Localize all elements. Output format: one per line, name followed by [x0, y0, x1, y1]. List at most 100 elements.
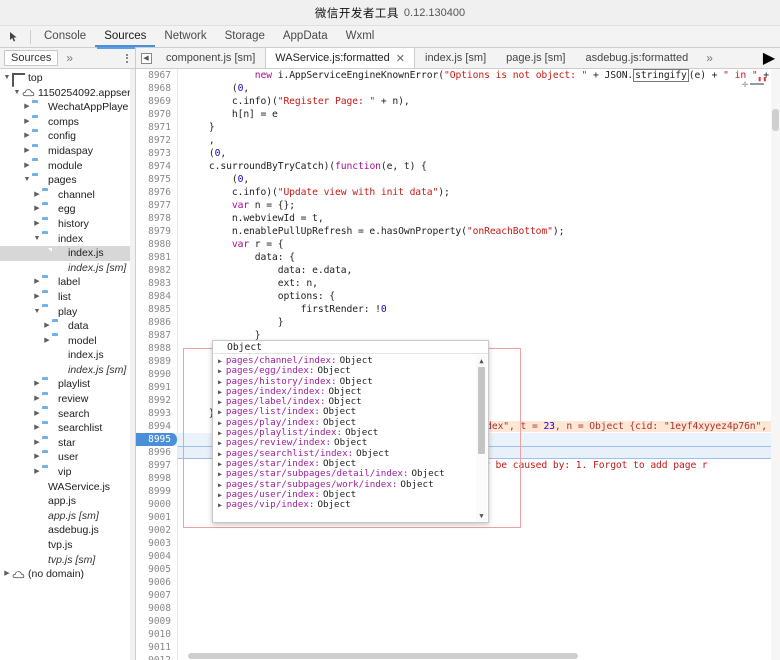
tree-item[interactable]: ▶ egg	[0, 202, 135, 217]
line-number[interactable]: 8995	[136, 433, 178, 446]
sources-pane-more-icon[interactable]: »	[66, 51, 73, 65]
code-line[interactable]: 8969 c.info)("Register Page: " + n),	[136, 95, 780, 108]
popup-entry[interactable]: ▶ pages/vip/index: Object	[213, 499, 488, 510]
code-line[interactable]: 8978 n.webviewId = t,	[136, 212, 780, 225]
chevron-right-icon[interactable]: ▶	[218, 480, 222, 490]
tree-item[interactable]: ▼ pages	[0, 173, 135, 188]
tree-item[interactable]: ▼ 1150254092.appser	[0, 86, 135, 101]
line-number[interactable]: 8993	[136, 407, 178, 420]
chevron-right-icon[interactable]: ▶	[32, 217, 42, 232]
line-number[interactable]: 9003	[136, 537, 178, 550]
line-number[interactable]: 9009	[136, 615, 178, 628]
close-icon[interactable]: ✕	[396, 52, 405, 65]
tree-item[interactable]: ▶ comps	[0, 115, 135, 130]
line-number[interactable]: 9005	[136, 563, 178, 576]
code-line[interactable]: 8970 h[n] = e	[136, 108, 780, 121]
chevron-right-icon[interactable]: ▶	[32, 188, 42, 203]
tree-item[interactable]: ▶ user	[0, 450, 135, 465]
chevron-right-icon[interactable]: ▶	[218, 438, 222, 448]
chevron-right-icon[interactable]: ▶	[218, 356, 222, 366]
chevron-right-icon[interactable]: ▶	[32, 421, 42, 436]
editor-vertical-scrollbar[interactable]	[771, 69, 780, 660]
tab-sources[interactable]: Sources	[95, 26, 156, 47]
tree-item[interactable]: ▶ module	[0, 159, 135, 174]
tree-item[interactable]: ▶ WechatAppPlaye	[0, 100, 135, 115]
chevron-right-icon[interactable]: ▶	[2, 567, 12, 582]
popup-scrollbar[interactable]: ▲ ▼	[476, 355, 487, 521]
code-line[interactable]: 9006	[136, 576, 780, 589]
line-number[interactable]: 8983	[136, 277, 178, 290]
tree-item[interactable]: ▶ list	[0, 290, 135, 305]
chevron-right-icon[interactable]: ▶	[218, 449, 222, 459]
code-line[interactable]: 8985 firstRender: !0	[136, 303, 780, 316]
editor-scroll-thumb[interactable]	[772, 109, 779, 131]
tabs-scroll-right-icon[interactable]: ▶	[758, 48, 780, 68]
tabs-scroll-left-icon[interactable]: ◀	[136, 48, 156, 68]
chevron-right-icon[interactable]: ▶	[218, 469, 222, 479]
line-number[interactable]: 8967	[136, 69, 178, 82]
editor-horizontal-scrollbar[interactable]	[178, 652, 598, 660]
tree-item[interactable]: app.js [sm]	[0, 509, 135, 524]
tree-item[interactable]: ▶ (no domain)	[0, 567, 135, 582]
chevron-right-icon[interactable]: ▶	[32, 465, 42, 480]
line-number[interactable]: 8969	[136, 95, 178, 108]
chevron-right-icon[interactable]: ▶	[22, 129, 32, 144]
line-number[interactable]: 8968	[136, 82, 178, 95]
line-number[interactable]: 8981	[136, 251, 178, 264]
line-number[interactable]: 8973	[136, 147, 178, 160]
line-number[interactable]: 9006	[136, 576, 178, 589]
line-number[interactable]: 8999	[136, 485, 178, 498]
code-line[interactable]: 8971 }	[136, 121, 780, 134]
code-line[interactable]: 8972 ,	[136, 134, 780, 147]
tree-item[interactable]: ▶ search	[0, 407, 135, 422]
code-line[interactable]: 8976 c.info)("Update view with init data…	[136, 186, 780, 199]
chevron-down-icon[interactable]: ▼	[2, 71, 12, 86]
file-tree[interactable]: ▼ top ▼ 1150254092.appser ▶ WechatAppPlaye ▶ co…	[0, 69, 136, 660]
chevron-right-icon[interactable]: ▶	[42, 319, 52, 334]
file-tab-asdebug-js[interactable]: asdebug.js:formatted	[575, 48, 698, 68]
tree-item[interactable]: ▼ index	[0, 232, 135, 247]
chevron-right-icon[interactable]: ▶	[218, 418, 222, 428]
line-number[interactable]: 9000	[136, 498, 178, 511]
chevron-right-icon[interactable]: ▶	[218, 397, 222, 407]
chevron-right-icon[interactable]: ▶	[22, 159, 32, 174]
chevron-right-icon[interactable]: ▶	[22, 100, 32, 115]
line-number[interactable]: 8985	[136, 303, 178, 316]
chevron-right-icon[interactable]: ▶	[218, 366, 222, 376]
code-line[interactable]: 8981 data: {	[136, 251, 780, 264]
chevron-right-icon[interactable]: ▶	[32, 450, 42, 465]
chevron-down-icon[interactable]: ▼	[32, 305, 42, 320]
tree-item[interactable]: ▶ star	[0, 436, 135, 451]
tab-storage[interactable]: Storage	[216, 26, 274, 47]
line-number[interactable]: 8991	[136, 381, 178, 394]
tree-item[interactable]: tvp.js [sm]	[0, 553, 135, 568]
line-number[interactable]: 8996	[136, 446, 178, 459]
code-line[interactable]: 8980 var r = {	[136, 238, 780, 251]
line-number[interactable]: 8975	[136, 173, 178, 186]
sources-pane-tab[interactable]: Sources	[4, 50, 59, 66]
code-line[interactable]: 8977 var n = {};	[136, 199, 780, 212]
tree-item[interactable]: asdebug.js	[0, 523, 135, 538]
code-line[interactable]: 8984 options: {	[136, 290, 780, 303]
tree-item[interactable]: ▶ midaspay	[0, 144, 135, 159]
popup-scroll-thumb[interactable]	[478, 367, 485, 454]
tree-item[interactable]: ▶ data	[0, 319, 135, 334]
line-number[interactable]: 8972	[136, 134, 178, 147]
chevron-right-icon[interactable]: ▶	[218, 387, 222, 397]
tree-item[interactable]: index.js [sm]	[0, 363, 135, 378]
tab-appdata[interactable]: AppData	[274, 26, 337, 47]
code-line[interactable]: 8968 (0,	[136, 82, 780, 95]
line-number[interactable]: 8994	[136, 420, 178, 433]
line-number[interactable]: 8988	[136, 342, 178, 355]
file-tab-component-js[interactable]: component.js [sm]	[156, 48, 265, 68]
line-number[interactable]: 9008	[136, 602, 178, 615]
line-number[interactable]: 8976	[136, 186, 178, 199]
code-line[interactable]: 9010	[136, 628, 780, 641]
tree-item[interactable]: ▶ channel	[0, 188, 135, 203]
tree-item[interactable]: tvp.js	[0, 538, 135, 553]
chevron-right-icon[interactable]: ▶	[32, 275, 42, 290]
file-tab-page-js[interactable]: page.js [sm]	[496, 48, 575, 68]
tree-item[interactable]: index.js	[0, 246, 135, 261]
code-line[interactable]: 9007	[136, 589, 780, 602]
chevron-right-icon[interactable]: ▶	[218, 500, 222, 510]
